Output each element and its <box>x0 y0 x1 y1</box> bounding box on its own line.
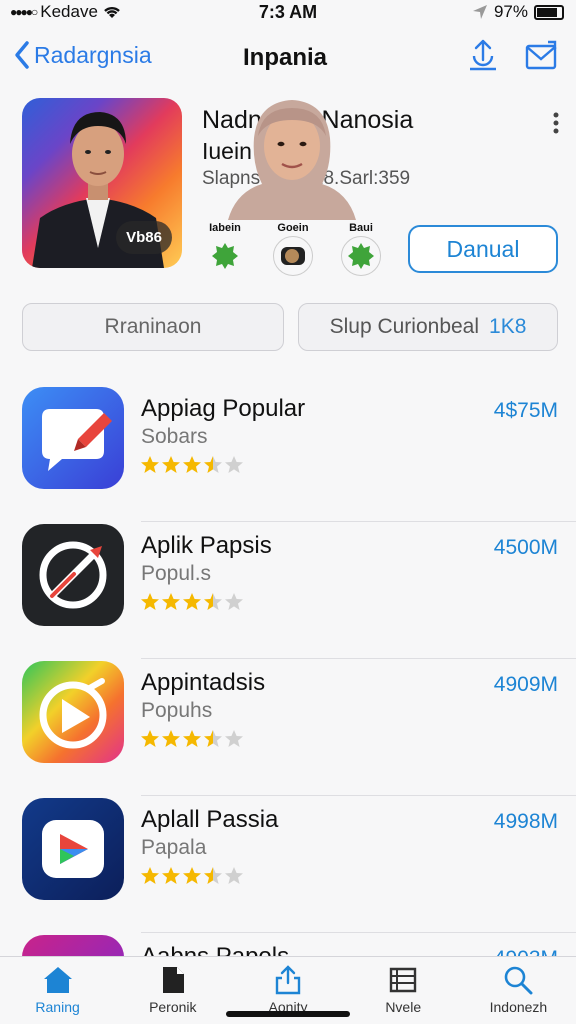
star-icon <box>183 456 201 473</box>
tab-label: Nvele <box>385 999 422 1015</box>
app-name: Appintadsis <box>141 669 266 696</box>
segment-ranking[interactable]: Rraninaon <box>22 303 284 351</box>
share-icon[interactable] <box>466 38 500 72</box>
app-list: Appiag Popular Sobars 4$75M Aplik Papsis… <box>0 385 576 1024</box>
status-right: 97% <box>472 2 564 22</box>
star-icon <box>141 456 159 473</box>
star-icon <box>204 867 222 884</box>
list-item[interactable]: Aplik Papsis Popul.s 4500M <box>0 522 576 659</box>
badge-label: Goein <box>277 222 309 234</box>
star-rating <box>140 592 244 612</box>
coffee-cup-icon <box>273 236 313 276</box>
app-download-count: 4$75M <box>493 399 558 422</box>
star-icon <box>183 593 201 610</box>
tab-label: Raning <box>35 999 80 1015</box>
download-button[interactable]: Danual <box>408 225 558 273</box>
badge-item[interactable]: Goein <box>270 222 316 276</box>
chat-app-icon <box>22 387 124 489</box>
star-icon <box>162 593 180 610</box>
list-item[interactable]: Appiag Popular Sobars 4$75M <box>0 385 576 522</box>
video-play-app-icon <box>22 798 124 900</box>
star-rating <box>140 866 244 886</box>
star-icon <box>225 593 243 610</box>
star-rating <box>140 729 244 749</box>
tab-ranking[interactable]: Raning <box>0 957 115 1024</box>
battery-percent: 97% <box>493 2 528 21</box>
star-icon <box>225 730 243 747</box>
app-category: Sobars <box>141 425 208 448</box>
tab-level[interactable]: Nvele <box>346 957 461 1024</box>
app-name: Aplik Papsis <box>141 532 272 559</box>
photo-badge: Vb86 <box>116 221 172 254</box>
app-category: Popul.s <box>141 562 212 585</box>
segment-curation-label: Slup Curionbeal <box>329 315 480 338</box>
badge-row: Iabein Goein Baui <box>202 222 384 276</box>
search-icon <box>505 966 533 995</box>
share-icon <box>275 965 301 995</box>
play-circle-app-icon <box>22 661 124 763</box>
status-bar: ●●●●○ Kedave 7:3 AM 97% <box>0 0 576 28</box>
battery-icon <box>534 4 564 20</box>
star-icon <box>204 730 222 747</box>
star-icon <box>162 730 180 747</box>
more-options-icon[interactable] <box>552 112 560 134</box>
star-icon <box>141 593 159 610</box>
segment-curation-count: 1K8 <box>489 315 527 338</box>
app-name: Aplall Passia <box>141 806 279 833</box>
home-indicator[interactable] <box>226 1011 350 1017</box>
app-category: Papala <box>141 836 207 859</box>
badge-item[interactable]: Iabein <box>202 222 248 276</box>
star-icon <box>204 593 222 610</box>
segment-curation[interactable]: Slup Curionbeal 1K8 <box>298 303 558 351</box>
star-icon <box>183 867 201 884</box>
badge-label: Iabein <box>209 222 241 234</box>
nav-bar: Radargnsia Inpania <box>0 30 576 86</box>
star-icon <box>141 867 159 884</box>
compass-app-icon <box>22 524 124 626</box>
star-icon <box>162 456 180 473</box>
app-download-count: 4998M <box>493 810 558 833</box>
star-icon <box>225 867 243 884</box>
app-download-count: 4909M <box>493 673 558 696</box>
list-item[interactable]: Appintadsis Popuhs 4909M <box>0 659 576 796</box>
star-icon <box>162 867 180 884</box>
stack-icon <box>390 967 417 993</box>
app-name: Appiag Popular <box>141 395 306 422</box>
home-icon <box>43 967 72 993</box>
location-arrow-icon <box>472 5 487 19</box>
star-icon <box>141 730 159 747</box>
list-item[interactable]: Aplall Passia Papala 4998M <box>0 796 576 933</box>
tab-personal[interactable]: Peronik <box>115 957 230 1024</box>
profile-card: Vb86 Nadna sia Nanosia Iuein Slapns 2017… <box>0 98 576 278</box>
woman-portrait-icon <box>228 100 356 220</box>
star-icon <box>204 456 222 473</box>
star-icon <box>225 456 243 473</box>
tab-label: Peronik <box>149 999 197 1015</box>
star-rating <box>140 455 244 475</box>
compose-mail-icon[interactable] <box>524 38 558 72</box>
profile-photo[interactable]: Vb86 <box>22 98 182 268</box>
green-seal-icon <box>341 236 381 276</box>
document-icon <box>162 967 184 993</box>
star-icon <box>183 730 201 747</box>
tab-label: Indonezh <box>489 999 548 1015</box>
green-seal-icon <box>205 236 245 276</box>
badge-label: Baui <box>349 222 373 234</box>
app-download-count: 4500M <box>493 536 558 559</box>
app-category: Popuhs <box>141 699 213 722</box>
badge-item[interactable]: Baui <box>338 222 384 276</box>
tab-search[interactable]: Indonezh <box>461 957 576 1024</box>
